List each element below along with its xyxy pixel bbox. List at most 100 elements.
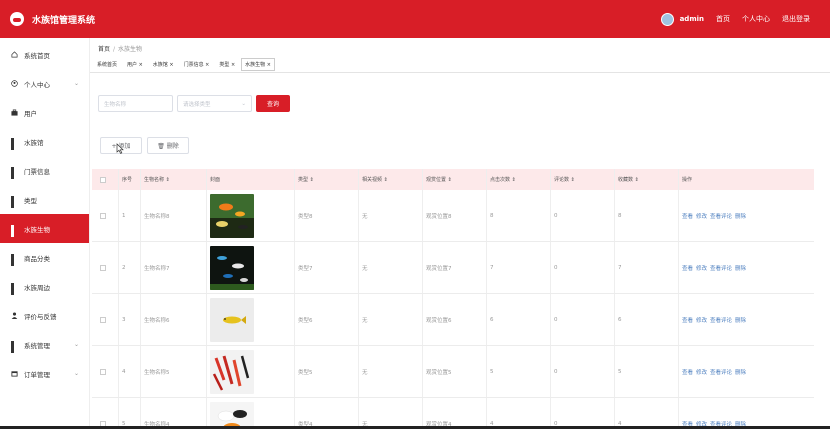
fish-thumbnail-image[interactable] — [210, 298, 254, 342]
divider — [90, 72, 830, 73]
cell-cover — [210, 242, 254, 294]
sidebar-item-label: 商品分类 — [24, 254, 50, 263]
search-button[interactable]: 查询 — [256, 95, 290, 112]
sidebar-item-tickets[interactable]: 门票信息 — [0, 156, 89, 185]
tab-aquarium[interactable]: 水族馆 × — [149, 58, 178, 71]
fish-thumbnail-image[interactable] — [210, 194, 254, 238]
breadcrumb-home[interactable]: 首页 — [98, 46, 110, 53]
sidebar-item-label: 评价与反馈 — [24, 312, 57, 321]
tab-users[interactable]: 用户 × — [123, 58, 147, 71]
fish-thumbnail-image[interactable] — [210, 350, 254, 394]
cell-actions: 查看 修改 查看评论 删除 — [682, 190, 749, 242]
sidebar-item-label: 系统管理 — [24, 341, 50, 350]
view-link[interactable]: 查看 — [682, 264, 693, 272]
app-title: 水族馆管理系统 — [32, 15, 96, 26]
sidebar-item-feedback[interactable]: 评价与反馈 — [0, 301, 89, 330]
briefcase-icon — [11, 109, 18, 116]
sidebar-item-aquarium[interactable]: 水族馆 — [0, 127, 89, 156]
username[interactable]: admin — [680, 15, 704, 23]
fish-thumbnail-image[interactable] — [210, 402, 254, 429]
fish-thumbnail-image[interactable] — [210, 246, 254, 290]
row-checkbox[interactable] — [100, 346, 106, 398]
column-header-video[interactable]: 相关视频 ⇕ — [362, 169, 388, 190]
row-checkbox[interactable] — [100, 294, 106, 346]
sidebar-item-profile[interactable]: 个人中心 ⌄ — [0, 69, 89, 98]
edit-link[interactable]: 修改 — [696, 264, 707, 272]
type-select[interactable]: 请选择类型 ⌄ — [177, 95, 252, 112]
cell-position: 观赏位置6 — [426, 318, 452, 324]
delete-button[interactable]: 🗑 删除 — [147, 137, 189, 154]
sidebar-item-label: 用户 — [24, 109, 37, 118]
sidebar-item-orders[interactable]: 订单管理 ⌄ — [0, 359, 89, 388]
row-checkbox[interactable] — [100, 398, 106, 429]
column-header-favorites[interactable]: 收藏数 ⇕ — [618, 169, 639, 190]
column-header-type[interactable]: 类型 ⇕ — [298, 169, 314, 190]
grid-icon — [11, 225, 18, 237]
grid-icon — [11, 167, 18, 179]
cell-type: 类型4 — [298, 422, 313, 428]
sidebar-item-types[interactable]: 类型 — [0, 185, 89, 214]
edit-link[interactable]: 修改 — [696, 316, 707, 324]
sidebar-item-label: 门票信息 — [24, 167, 50, 176]
header-link-logout[interactable]: 退出登录 — [782, 14, 810, 24]
avatar[interactable] — [660, 12, 674, 26]
table-row: 4 生物名称5 类型5 无 观赏位置5 5 0 5 查看 修改 查看评论 删除 — [92, 346, 814, 398]
column-header-name[interactable]: 生物名称 ⇕ — [144, 169, 170, 190]
view-comments-link[interactable]: 查看评论 — [710, 316, 732, 324]
tab-bar: 系统首页 用户 × 水族馆 × 门票信息 × 类型 × 水族生物 × — [90, 57, 275, 72]
sidebar-item-categories[interactable]: 商品分类 — [0, 243, 89, 272]
delete-link[interactable]: 删除 — [735, 368, 746, 376]
sidebar-item-label: 水族馆 — [24, 138, 44, 147]
select-all-checkbox[interactable] — [100, 169, 106, 190]
cell-no: 4 — [122, 369, 126, 375]
delete-link[interactable]: 删除 — [735, 264, 746, 272]
sidebar-item-label: 类型 — [24, 196, 37, 205]
delete-link[interactable]: 删除 — [735, 212, 746, 220]
header-link-home[interactable]: 首页 — [716, 14, 730, 24]
top-header: 水族馆管理系统 admin 首页 个人中心 退出登录 — [0, 0, 830, 38]
row-checkbox[interactable] — [100, 242, 106, 294]
column-header-position[interactable]: 观赏位置 ⇕ — [426, 169, 452, 190]
sidebar-item-merch[interactable]: 水族周边 — [0, 272, 89, 301]
chevron-down-icon: ⌄ — [73, 341, 79, 348]
tab-types[interactable]: 类型 × — [215, 58, 239, 71]
cell-position: 观赏位置5 — [426, 370, 452, 376]
name-search-input[interactable]: 生物名称 — [98, 95, 173, 112]
cell-name: 生物名称5 — [144, 370, 170, 376]
sidebar-item-creatures[interactable]: 水族生物 — [0, 214, 89, 243]
cell-clicks: 7 — [490, 265, 494, 271]
grid-icon — [11, 196, 18, 208]
edit-link[interactable]: 修改 — [696, 368, 707, 376]
grid-icon — [11, 138, 18, 150]
tab-tickets[interactable]: 门票信息 × — [180, 58, 214, 71]
cell-favorites: 5 — [618, 369, 622, 375]
cell-favorites: 7 — [618, 265, 622, 271]
column-header-no: 序号 — [122, 177, 133, 183]
cell-type: 类型6 — [298, 318, 313, 324]
edit-link[interactable]: 修改 — [696, 212, 707, 220]
row-checkbox[interactable] — [100, 190, 106, 242]
view-comments-link[interactable]: 查看评论 — [710, 264, 732, 272]
grid-icon — [11, 341, 18, 353]
user-circle-icon — [11, 80, 18, 87]
column-header-comments[interactable]: 评论数 ⇕ — [554, 169, 575, 190]
tab-home[interactable]: 系统首页 — [93, 58, 121, 71]
view-link[interactable]: 查看 — [682, 368, 693, 376]
column-header-clicks[interactable]: 点击次数 ⇕ — [490, 169, 516, 190]
table-row: 5 生物名称4 类型4 无 观赏位置4 4 0 4 查看 修改 查看评论 删除 — [92, 398, 814, 429]
delete-link[interactable]: 删除 — [735, 316, 746, 324]
sidebar-item-users[interactable]: 用户 — [0, 98, 89, 127]
tab-creatures[interactable]: 水族生物 × — [241, 58, 275, 71]
table-row: 1 生物名称8 类型8 无 观赏位置8 8 0 8 查看 修改 查看评论 删除 — [92, 190, 814, 242]
sidebar-item-system[interactable]: 系统管理 ⌄ — [0, 330, 89, 359]
sidebar-item-label: 水族生物 — [24, 225, 50, 234]
view-comments-link[interactable]: 查看评论 — [710, 368, 732, 376]
view-comments-link[interactable]: 查看评论 — [710, 212, 732, 220]
calendar-icon — [11, 371, 18, 377]
cell-comments: 0 — [554, 213, 558, 219]
cell-type: 类型7 — [298, 266, 313, 272]
view-link[interactable]: 查看 — [682, 316, 693, 324]
sidebar-item-home[interactable]: 系统首页 — [0, 40, 89, 69]
header-link-profile[interactable]: 个人中心 — [742, 14, 770, 24]
view-link[interactable]: 查看 — [682, 212, 693, 220]
